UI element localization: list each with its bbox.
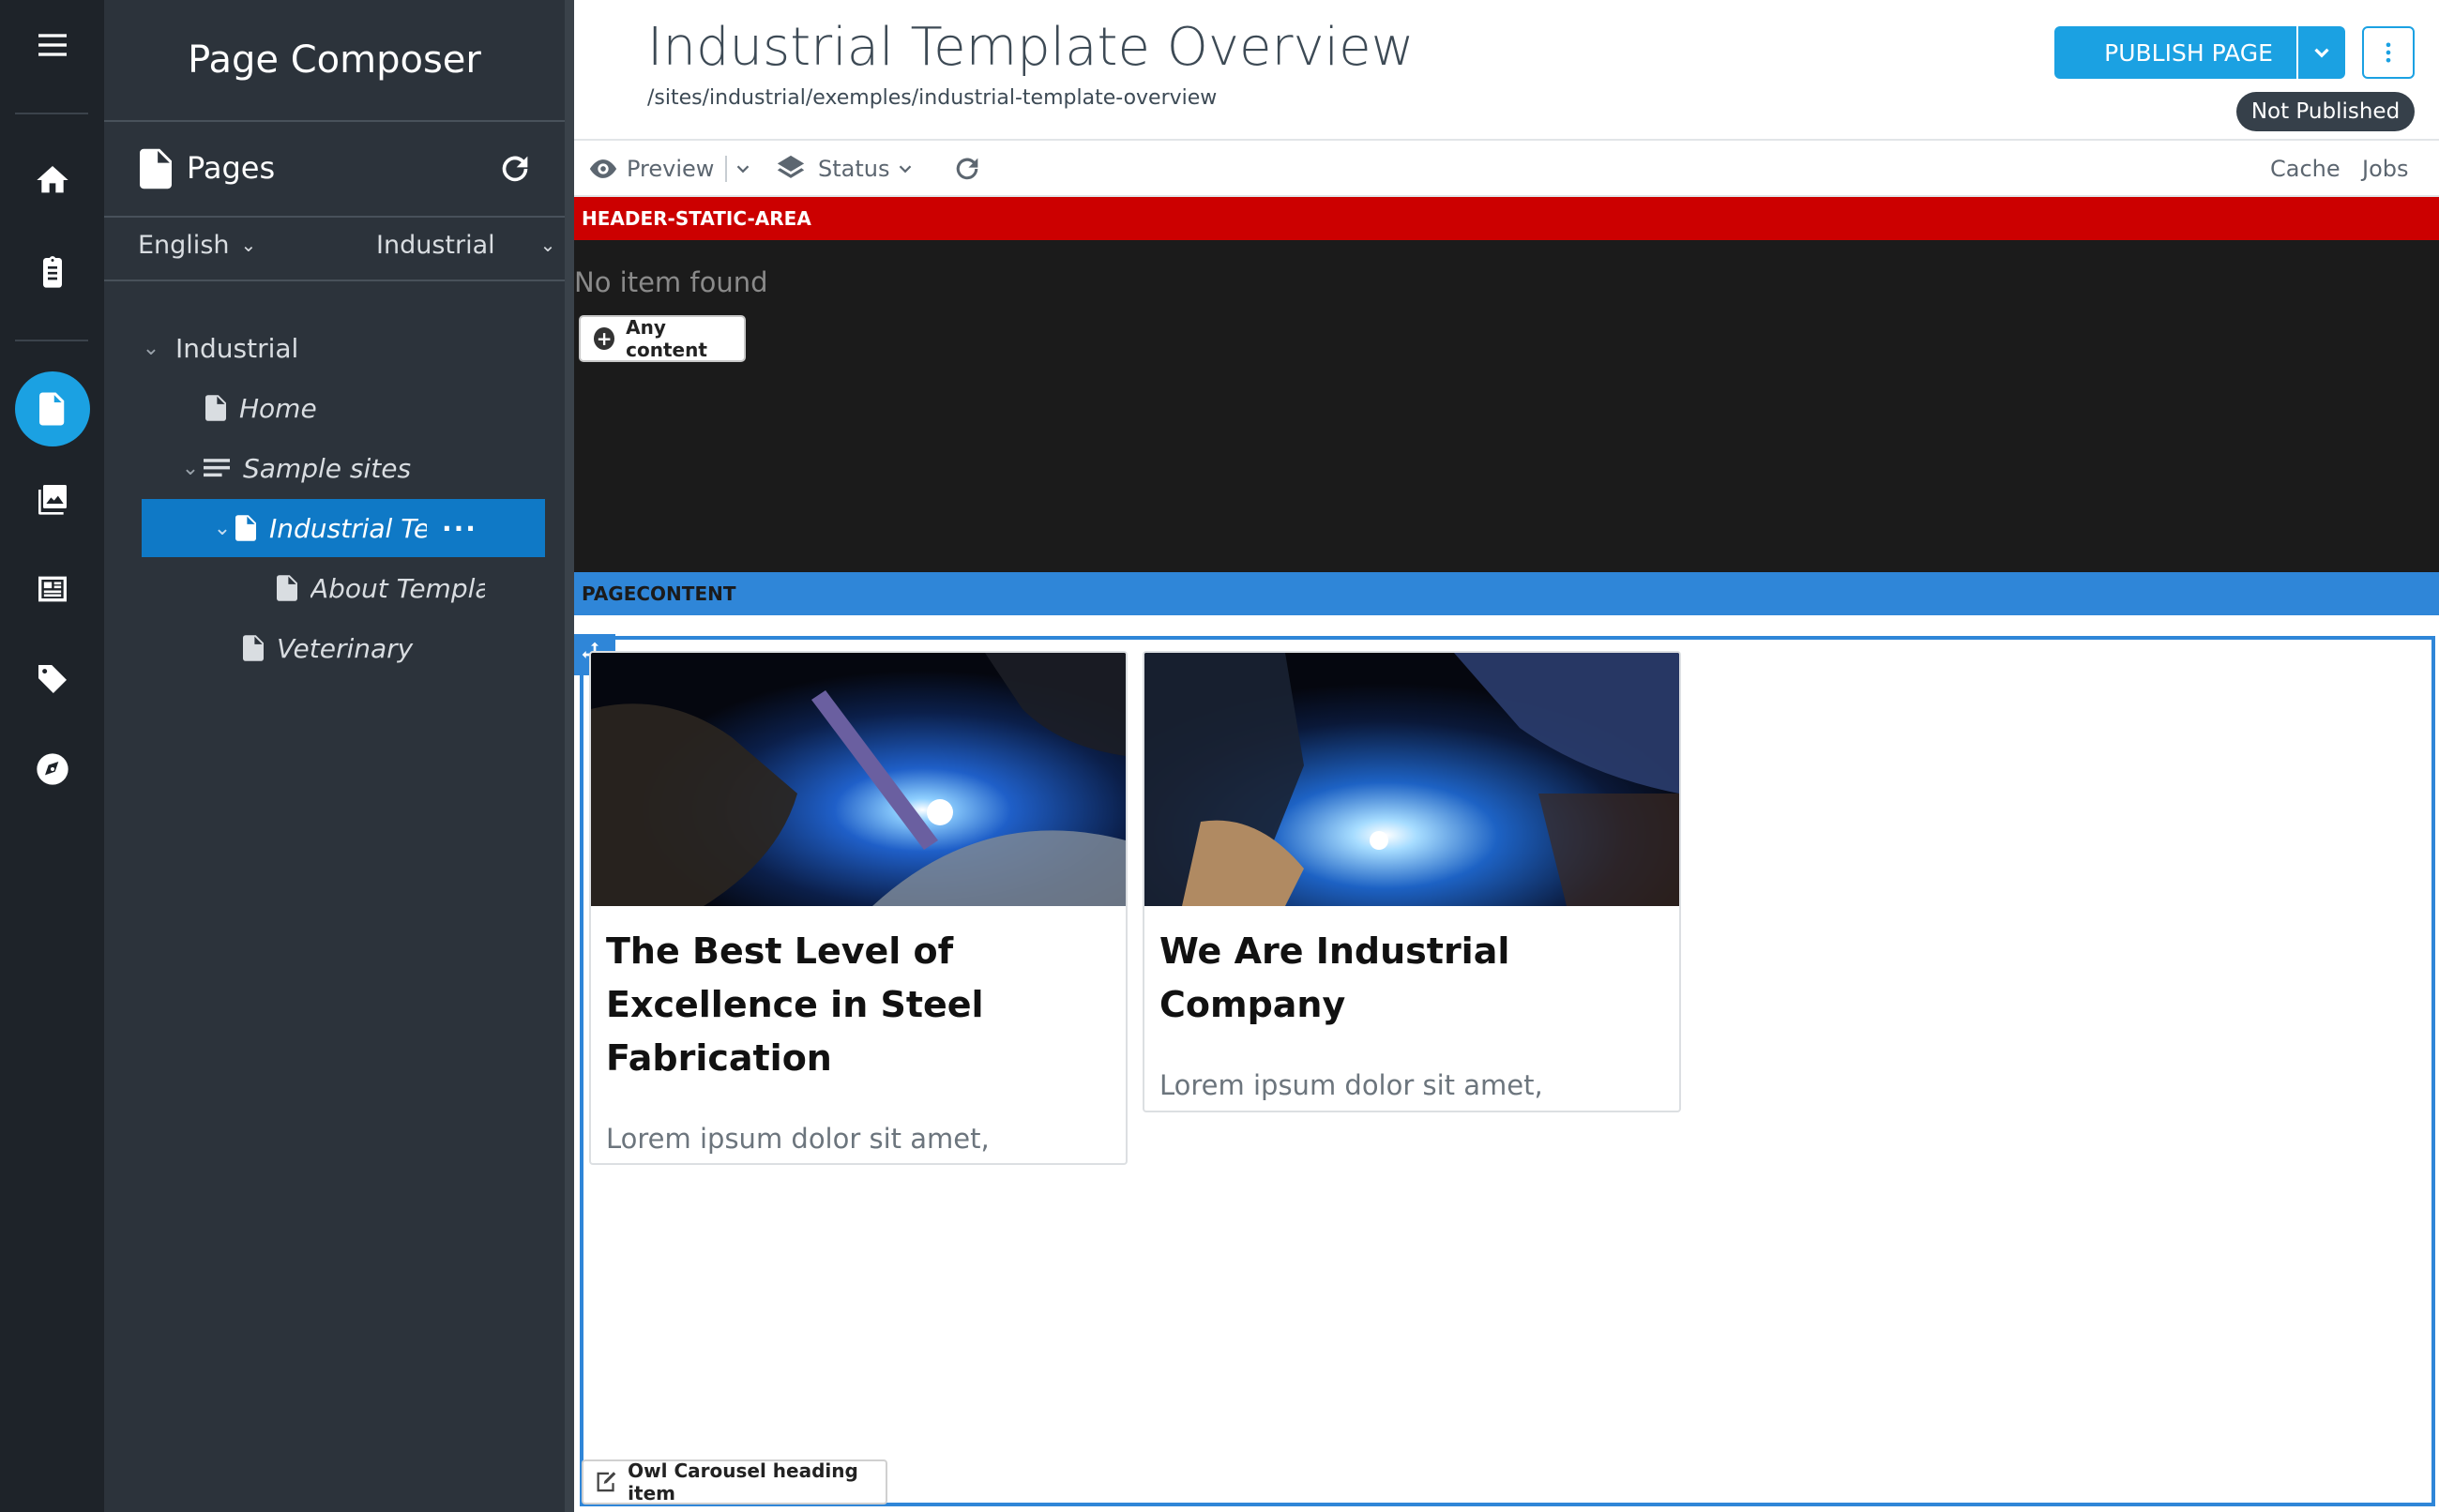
page-path: /sites/industrial/exemples/industrial-te…: [647, 86, 1218, 110]
content-list-icon[interactable]: [0, 552, 104, 627]
divider: [104, 280, 565, 281]
list-icon: [204, 459, 230, 477]
page-icon: [140, 148, 172, 189]
tree-filters: English ⌄ Industrial ⌄: [104, 218, 565, 280]
kebab-icon: [2386, 42, 2391, 63]
tree-node-label: Veterinary: [277, 632, 414, 664]
page-header: Industrial Template Overview /sites/indu…: [574, 0, 2439, 141]
chevron-down-icon[interactable]: ⌄: [177, 457, 204, 480]
tree-node-industrial[interactable]: ⌄ Industrial: [138, 319, 551, 377]
edit-icon: [597, 1472, 616, 1492]
welding-photo: [591, 653, 1126, 906]
tree-node-label: Industrial Ten: [269, 512, 427, 544]
owl-carousel-item-button[interactable]: Owl Carousel heading item: [582, 1459, 887, 1504]
cache-button[interactable]: Cache: [2270, 150, 2341, 188]
preview-button[interactable]: Preview: [587, 150, 753, 188]
icon-rail: [0, 0, 104, 1512]
page-icon: [235, 515, 256, 541]
tree-node-label: About Templat: [311, 572, 485, 604]
card-title: The Best Level of Excellence in Steel Fa…: [606, 930, 984, 1079]
add-any-content-button[interactable]: + Any content: [579, 315, 746, 362]
more-icon[interactable]: ···: [442, 513, 477, 544]
carousel-card[interactable]: The Best Level of Excellence in Steel Fa…: [589, 651, 1128, 1165]
pages-header: Pages: [104, 122, 565, 216]
home-icon[interactable]: [0, 143, 104, 218]
language-value: English: [138, 231, 230, 260]
chevron-down-icon[interactable]: ⌄: [209, 517, 235, 540]
pages-label: Pages: [187, 150, 276, 186]
pagecontent-area-label: PAGECONTENT: [574, 572, 2439, 615]
chevron-down-icon: [900, 165, 912, 174]
rail-divider: [15, 113, 88, 114]
page-tree-panel: Page Composer Pages English ⌄ Industrial ⌄…: [104, 0, 565, 1512]
chevron-down-icon[interactable]: [733, 159, 753, 179]
header-static-area-label: HEADER-STATIC-AREA: [574, 197, 2439, 240]
card-text: Lorem ipsum dolor sit amet, consectetur …: [1159, 1069, 1543, 1101]
menu-icon[interactable]: [0, 8, 104, 83]
tree-node-home[interactable]: Home: [205, 379, 553, 437]
layers-icon: [777, 155, 805, 178]
composer-toolbar: Preview Status Cache Jobs: [574, 141, 2439, 197]
status-label: Status: [818, 156, 890, 182]
refresh-icon: [956, 158, 978, 180]
site-select[interactable]: Industrial ⌄: [376, 231, 555, 260]
header-static-area: No item found + Any content: [574, 240, 2439, 572]
add-content-label: Any content: [626, 316, 707, 361]
refresh-icon[interactable]: [496, 150, 534, 188]
status-badge: Not Published: [2236, 92, 2415, 131]
panel-splitter[interactable]: [565, 0, 574, 1512]
card-text: Lorem ipsum dolor sit amet, consectetur …: [606, 1123, 990, 1155]
chevron-down-icon[interactable]: ⌄: [138, 337, 164, 360]
page-canvas: HEADER-STATIC-AREA No item found + Any c…: [574, 197, 2439, 1512]
page-title: Industrial Template Overview: [647, 17, 1415, 78]
page-composer-icon[interactable]: [0, 371, 104, 446]
no-item-text: No item found: [574, 266, 768, 298]
card-title: We Are Industrial Company: [1159, 930, 1510, 1025]
publish-options-button[interactable]: [2298, 26, 2345, 79]
tree-node-sample-sites[interactable]: ⌄ Sample sites: [177, 439, 553, 497]
clipboard-icon[interactable]: [0, 234, 104, 310]
tree-node-about-template[interactable]: About Templat: [277, 559, 551, 617]
publish-page-button[interactable]: PUBLISH PAGE: [2054, 26, 2296, 79]
chevron-down-icon: [2314, 48, 2329, 58]
reload-button[interactable]: [951, 150, 983, 188]
chevron-down-icon: ⌄: [240, 234, 257, 256]
more-actions-button[interactable]: [2362, 26, 2415, 79]
compass-icon[interactable]: [0, 732, 104, 807]
rail-divider: [15, 340, 88, 341]
jobs-button[interactable]: Jobs: [2362, 150, 2409, 188]
site-value: Industrial: [376, 231, 495, 260]
language-select[interactable]: English ⌄: [138, 231, 256, 260]
status-menu-button[interactable]: Status: [775, 150, 916, 188]
images-icon[interactable]: [0, 461, 104, 537]
tag-icon[interactable]: [0, 642, 104, 717]
tree-node-label: Industrial: [175, 332, 299, 364]
tree-node-label: Sample sites: [243, 452, 412, 484]
page-icon: [243, 635, 264, 661]
tree-node-veterinary[interactable]: Veterinary: [243, 619, 553, 677]
page-icon: [277, 575, 297, 601]
tree-node-label: Home: [239, 392, 317, 424]
grinding-photo: [1144, 653, 1679, 906]
preview-label: Preview: [627, 156, 715, 182]
owl-carousel-item-label: Owl Carousel heading item: [628, 1459, 858, 1504]
carousel-card[interactable]: We Are Industrial Company Lorem ipsum do…: [1143, 651, 1681, 1112]
chevron-down-icon: ⌄: [539, 234, 556, 256]
toolbar-divider: [725, 156, 728, 182]
eye-icon: [589, 159, 617, 178]
page-icon: [205, 395, 226, 421]
tree-node-industrial-template[interactable]: ⌄ Industrial Ten ···: [142, 499, 545, 557]
panel-title: Page Composer: [188, 38, 481, 82]
plus-icon: +: [594, 327, 615, 350]
